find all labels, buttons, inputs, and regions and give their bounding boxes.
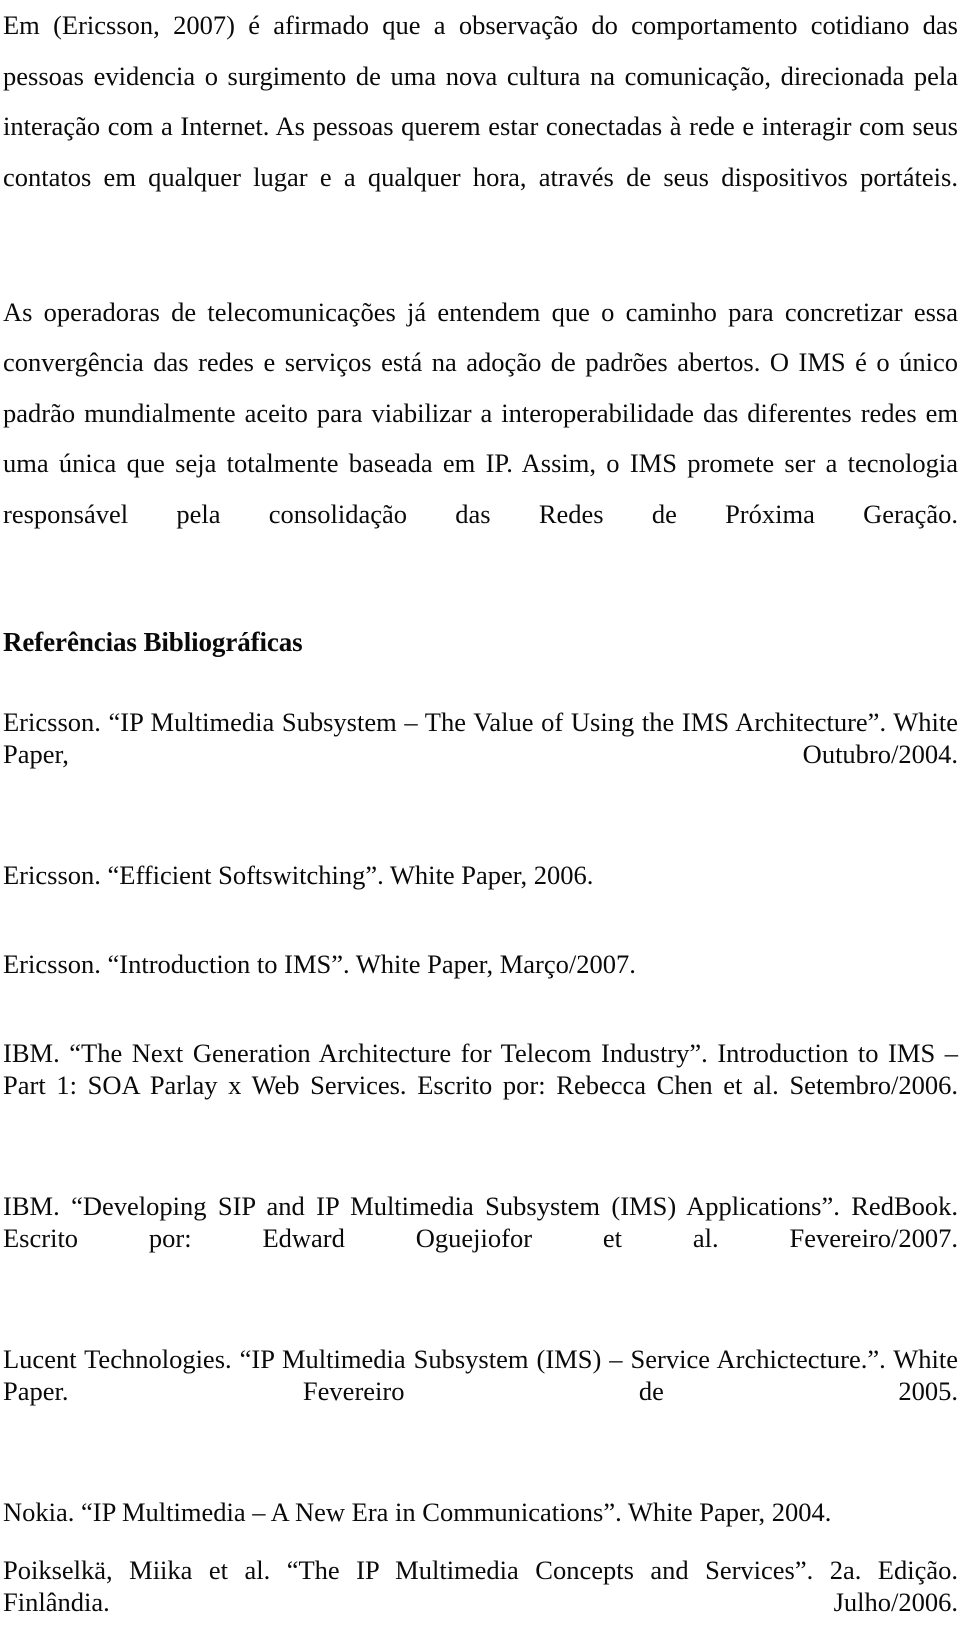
reference-spacer	[3, 802, 958, 859]
reference-spacer	[3, 980, 958, 1037]
reference-entry: Poikselkä, Miika et al. “The IP Multimed…	[3, 1554, 958, 1617]
references-section-heading: Referências Bibliográficas	[3, 626, 303, 657]
reference-entry: Ericsson. “Efficient Softswitching”. Whi…	[3, 859, 594, 890]
reference-entry: IBM. “Developing SIP and IP Multimedia S…	[3, 1190, 958, 1253]
reference-entry: Nokia. “IP Multimedia – A New Era in Com…	[3, 1496, 832, 1527]
document-page: Em (Ericsson, 2007) é afirmado que a obs…	[0, 0, 960, 1617]
reference-spacer	[3, 1528, 958, 1554]
reference-entry: IBM. “The Next Generation Architecture f…	[3, 1037, 958, 1100]
body-paragraph-1: Em (Ericsson, 2007) é afirmado que a obs…	[3, 10, 958, 192]
reference-entry: Lucent Technologies. “IP Multimedia Subs…	[3, 1343, 958, 1406]
reference-spacer	[3, 1133, 958, 1190]
reference-spacer	[3, 1286, 958, 1343]
reference-entry: Ericsson. “IP Multimedia Subsystem – The…	[3, 706, 958, 769]
reference-spacer	[3, 891, 958, 948]
reference-spacer	[3, 1439, 958, 1496]
reference-entry: Ericsson. “Introduction to IMS”. White P…	[3, 948, 636, 979]
heading-spacer	[3, 658, 958, 706]
body-paragraph-2: As operadoras de telecomunicações já ent…	[3, 296, 958, 529]
